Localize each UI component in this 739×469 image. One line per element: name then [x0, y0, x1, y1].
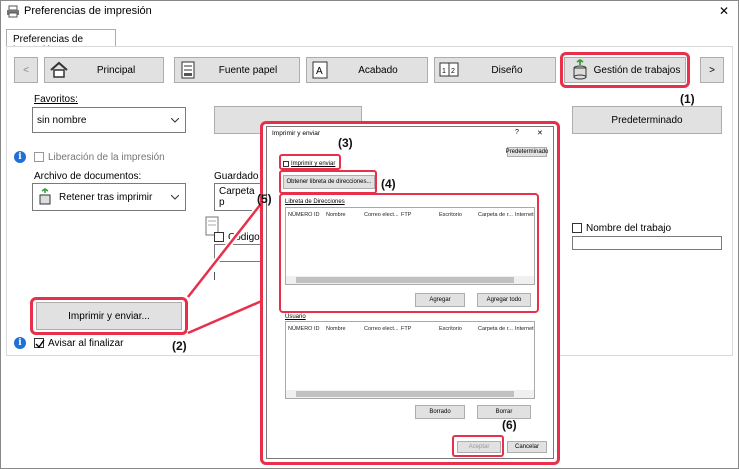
- erase-button[interactable]: Borrado: [415, 405, 465, 419]
- cancel-button[interactable]: Cancelar: [507, 441, 547, 453]
- column-header: Nombre: [326, 326, 346, 332]
- column-header: Escritorio: [439, 326, 462, 332]
- step-label-3: (3): [338, 136, 353, 150]
- dialog-default-button[interactable]: Predeterminado: [506, 147, 548, 157]
- step-label-5: (5): [257, 192, 272, 206]
- dialog-title: Imprimir y enviar: [272, 130, 321, 137]
- user-label: Usuario: [285, 314, 306, 320]
- user-table[interactable]: NÚMERO ID Nombre Correo elect... FTP Esc…: [285, 321, 535, 399]
- highlight-step-5: [279, 193, 539, 313]
- dialog-close-icon[interactable]: ✕: [537, 129, 543, 137]
- column-header: Correo elect...: [364, 326, 399, 332]
- step-label-4: (4): [381, 177, 396, 191]
- highlight-step-4: [279, 170, 377, 194]
- horizontal-scrollbar[interactable]: [286, 390, 534, 398]
- column-header: Carpeta de r...: [478, 326, 513, 332]
- delete-button[interactable]: Borrar: [477, 405, 531, 419]
- column-header: Internet: [515, 326, 534, 332]
- column-header: FTP: [401, 326, 412, 332]
- help-icon[interactable]: ?: [515, 129, 519, 136]
- step-label-6: (6): [502, 418, 517, 432]
- column-header: NÚMERO ID: [288, 326, 320, 332]
- highlight-step-3: [279, 154, 341, 170]
- scrollbar-thumb[interactable]: [296, 391, 514, 397]
- highlight-step-6: [452, 435, 504, 457]
